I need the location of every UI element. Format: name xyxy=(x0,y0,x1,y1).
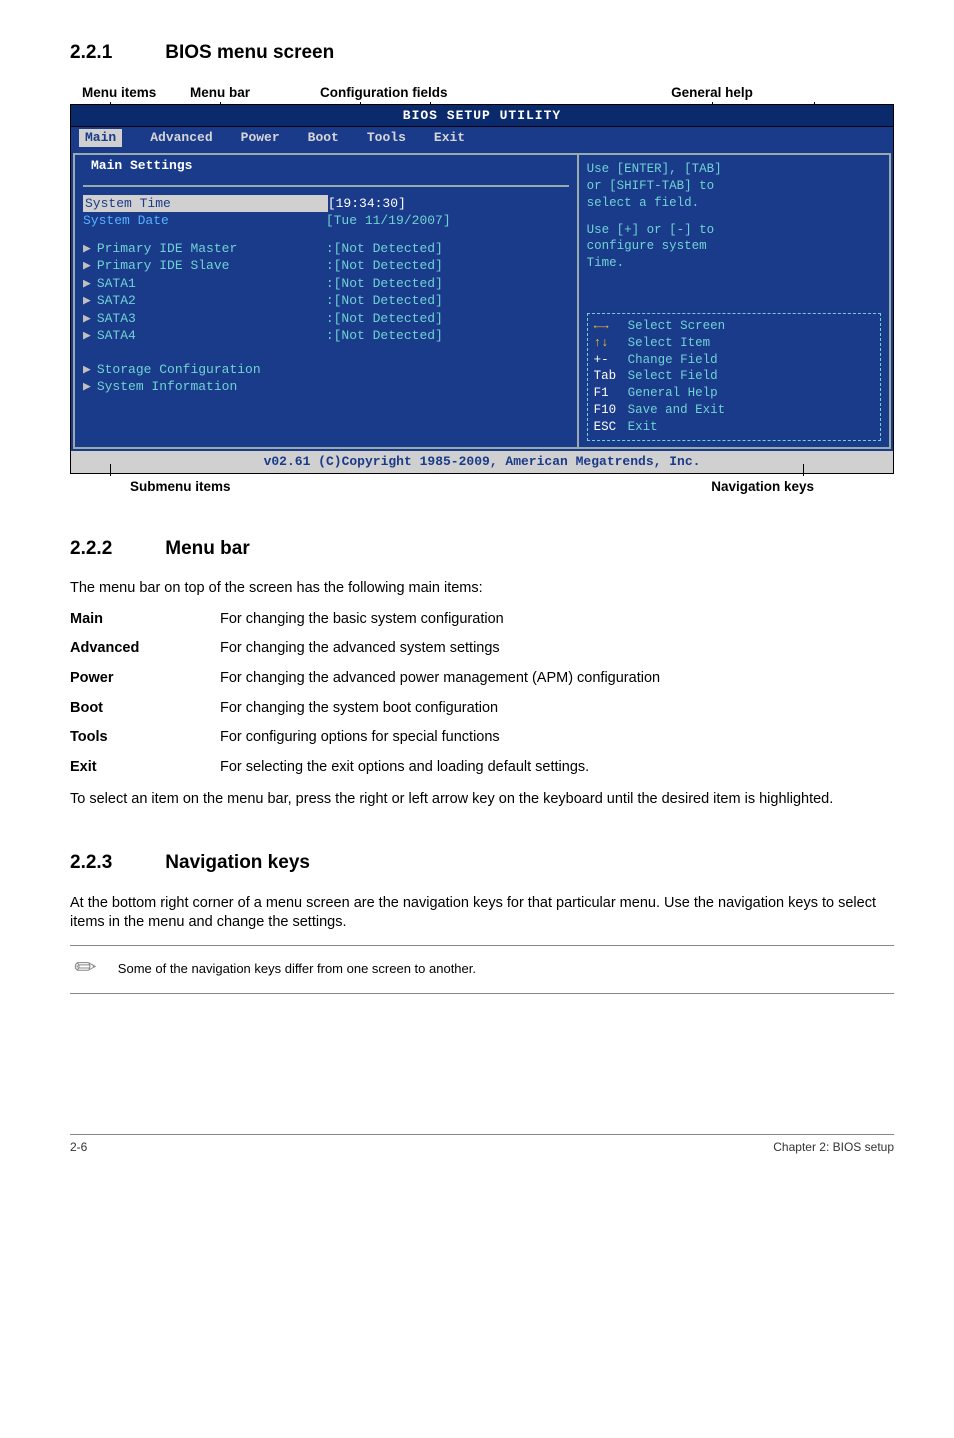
row-sata2[interactable]: ▶SATA2 :[Not Detected] xyxy=(83,292,569,310)
page-footer: 2-6 Chapter 2: BIOS setup xyxy=(70,1134,894,1155)
bios-right-pane: Use [ENTER], [TAB] or [SHIFT-TAB] to sel… xyxy=(577,153,891,449)
bios-window: BIOS SETUP UTILITY Main Advanced Power B… xyxy=(70,104,894,474)
note-block: ✎ Some of the navigation keys differ fro… xyxy=(70,945,894,994)
row-sata4[interactable]: ▶SATA4 :[Not Detected] xyxy=(83,327,569,345)
menubar-definitions: MainFor changing the basic system config… xyxy=(70,605,660,782)
row-pide-master[interactable]: ▶Primary IDE Master :[Not Detected] xyxy=(83,240,569,258)
row-system-date[interactable]: System Date [Tue 11/19/2007] xyxy=(83,212,569,230)
row-storage-config[interactable]: ▶Storage Configuration xyxy=(83,361,569,379)
note-pencil-icon: ✎ xyxy=(62,947,106,991)
bios-bottom-labels: Submenu items Navigation keys xyxy=(70,478,894,496)
tab-advanced[interactable]: Advanced xyxy=(150,129,212,147)
tab-tools[interactable]: Tools xyxy=(367,129,406,147)
label-config-fields: Configuration fields xyxy=(320,85,448,100)
bios-left-pane: Main Settings System Time [19:34:30] Sys… xyxy=(73,153,577,449)
tab-exit[interactable]: Exit xyxy=(434,129,465,147)
secnum-223: 2.2.3 xyxy=(70,850,160,876)
row-sata3[interactable]: ▶SATA3 :[Not Detected] xyxy=(83,310,569,328)
row-pide-slave[interactable]: ▶Primary IDE Slave :[Not Detected] xyxy=(83,257,569,275)
bios-footer: v02.61 (C)Copyright 1985-2009, American … xyxy=(71,451,893,473)
submenu-arrow-icon: ▶ xyxy=(83,362,91,377)
bios-top-labels: Menu items Menu bar Configuration fields… xyxy=(70,84,894,102)
bios-menubar[interactable]: Main Advanced Power Boot Tools Exit xyxy=(71,127,893,151)
system-time-label: System Time xyxy=(83,195,328,213)
bios-title: BIOS SETUP UTILITY xyxy=(71,105,893,128)
heading-222: 2.2.2 Menu bar xyxy=(70,536,894,562)
bios-help-text: Use [ENTER], [TAB] or [SHIFT-TAB] to sel… xyxy=(587,161,881,272)
footer-left: 2-6 xyxy=(70,1139,87,1155)
heading-221: 2.2.1 BIOS menu screen xyxy=(70,40,894,66)
submenu-arrow-icon: ▶ xyxy=(83,276,91,291)
submenu-arrow-icon: ▶ xyxy=(83,328,91,343)
heading-223: 2.2.3 Navigation keys xyxy=(70,850,894,876)
row-sata1[interactable]: ▶SATA1 :[Not Detected] xyxy=(83,275,569,293)
submenu-arrow-icon: ▶ xyxy=(83,311,91,326)
title-221: BIOS menu screen xyxy=(165,42,334,63)
intro-222: The menu bar on top of the screen has th… xyxy=(70,579,894,599)
outro-222: To select an item on the menu bar, press… xyxy=(70,790,894,810)
title-223: Navigation keys xyxy=(165,852,310,873)
label-navigation-keys: Navigation keys xyxy=(711,479,814,494)
arrows-lr-icon: ←→ xyxy=(594,318,628,335)
secnum-222: 2.2.2 xyxy=(70,536,160,562)
label-menu-bar: Menu bar xyxy=(190,85,250,100)
bios-nav-box: ←→Select Screen ↑↓Select Item +-Change F… xyxy=(587,313,881,441)
row-system-info[interactable]: ▶System Information xyxy=(83,378,569,396)
tab-main[interactable]: Main xyxy=(79,129,122,147)
submenu-arrow-icon: ▶ xyxy=(83,293,91,308)
row-system-time[interactable]: System Time [19:34:30] xyxy=(83,195,569,213)
title-222: Menu bar xyxy=(165,538,249,559)
label-submenu-items: Submenu items xyxy=(130,479,231,494)
submenu-arrow-icon: ▶ xyxy=(83,258,91,273)
submenu-arrow-icon: ▶ xyxy=(83,379,91,394)
label-general-help: General help xyxy=(671,85,753,100)
tab-power[interactable]: Power xyxy=(241,129,280,147)
tab-boot[interactable]: Boot xyxy=(308,129,339,147)
system-date-label: System Date xyxy=(83,212,326,230)
bios-section-title: Main Settings xyxy=(87,157,196,175)
arrows-ud-icon: ↑↓ xyxy=(594,335,628,352)
system-time-value: [19:34:30] xyxy=(328,195,569,213)
label-menu-items: Menu items xyxy=(82,85,156,100)
submenu-arrow-icon: ▶ xyxy=(83,241,91,256)
body-223: At the bottom right corner of a menu scr… xyxy=(70,894,894,933)
note-text: Some of the navigation keys differ from … xyxy=(118,960,476,978)
footer-right: Chapter 2: BIOS setup xyxy=(773,1139,894,1155)
secnum-221: 2.2.1 xyxy=(70,40,160,66)
system-date-value: [Tue 11/19/2007] xyxy=(326,212,569,230)
